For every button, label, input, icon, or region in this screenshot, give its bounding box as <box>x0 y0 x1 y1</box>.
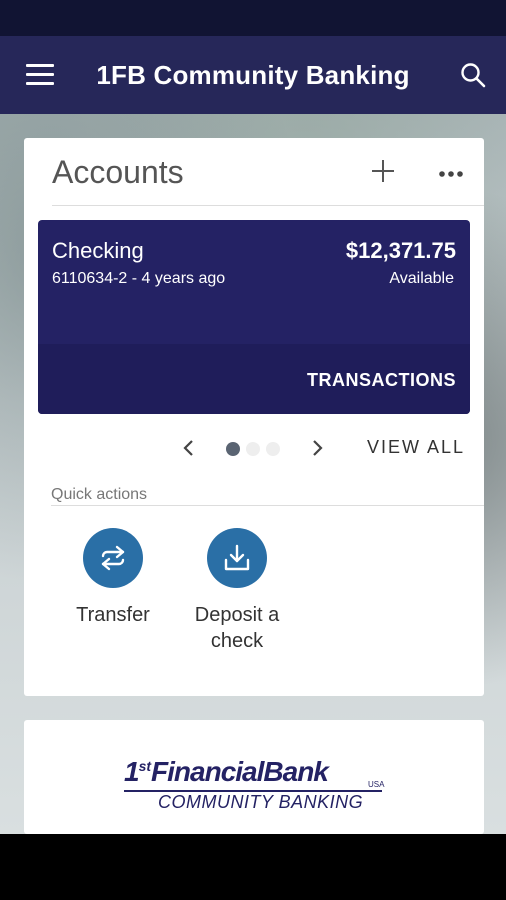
transfer-label: Transfer <box>76 604 150 626</box>
deposit-check-action[interactable]: Deposit a check <box>182 528 292 654</box>
logo-sup: st <box>138 758 152 774</box>
logo-prefix: 1 <box>124 756 140 787</box>
app-bar: 1FB Community Banking <box>0 36 506 114</box>
account-balance: $12,371.75 <box>345 238 456 263</box>
balance-label: Available <box>389 270 454 287</box>
chevron-left-icon[interactable] <box>182 438 196 458</box>
more-options-icon[interactable] <box>438 166 464 177</box>
account-pager: VIEW ALL <box>24 434 484 464</box>
transfer-action[interactable]: Transfer <box>58 528 168 628</box>
divider <box>52 205 484 206</box>
logo-subtitle: COMMUNITY BANKING <box>158 792 364 812</box>
pager-dot-3[interactable] <box>266 442 280 456</box>
quick-actions-label: Quick actions <box>51 486 148 503</box>
accounts-title: Accounts <box>52 154 184 190</box>
logo-usa: USA <box>368 780 385 789</box>
account-tile-checking[interactable]: Checking 6110634-2 - 4 years ago $12,371… <box>38 220 470 414</box>
bank-logo: 1stFinancialBank <box>124 756 329 788</box>
divider <box>51 505 484 506</box>
logo-name: FinancialBank <box>151 756 329 787</box>
app-title: 1FB Community Banking <box>96 59 410 90</box>
pager-dot-1[interactable] <box>226 442 240 456</box>
deposit-check-label: Deposit a check <box>194 604 280 652</box>
chevron-right-icon[interactable] <box>310 438 324 458</box>
transactions-button[interactable]: TRANSACTIONS <box>307 370 456 391</box>
status-bar <box>0 0 506 36</box>
view-all-link[interactable]: VIEW ALL <box>367 437 465 458</box>
add-account-icon[interactable] <box>370 158 396 184</box>
transfer-arrows-icon <box>83 528 143 588</box>
bank-logo-card: 1stFinancialBank USA COMMUNITY BANKING <box>24 720 484 834</box>
account-number-age: 6110634-2 - 4 years ago <box>52 270 226 287</box>
search-icon[interactable] <box>460 62 486 88</box>
pager-dot-2[interactable] <box>246 442 260 456</box>
menu-icon[interactable] <box>26 64 54 86</box>
accounts-card-header: Accounts <box>24 138 484 206</box>
navigation-bar <box>0 834 506 900</box>
accounts-card: Accounts Checking 6110634-2 - 4 years ag… <box>24 138 484 696</box>
download-tray-icon <box>207 528 267 588</box>
account-name: Checking <box>52 238 144 263</box>
